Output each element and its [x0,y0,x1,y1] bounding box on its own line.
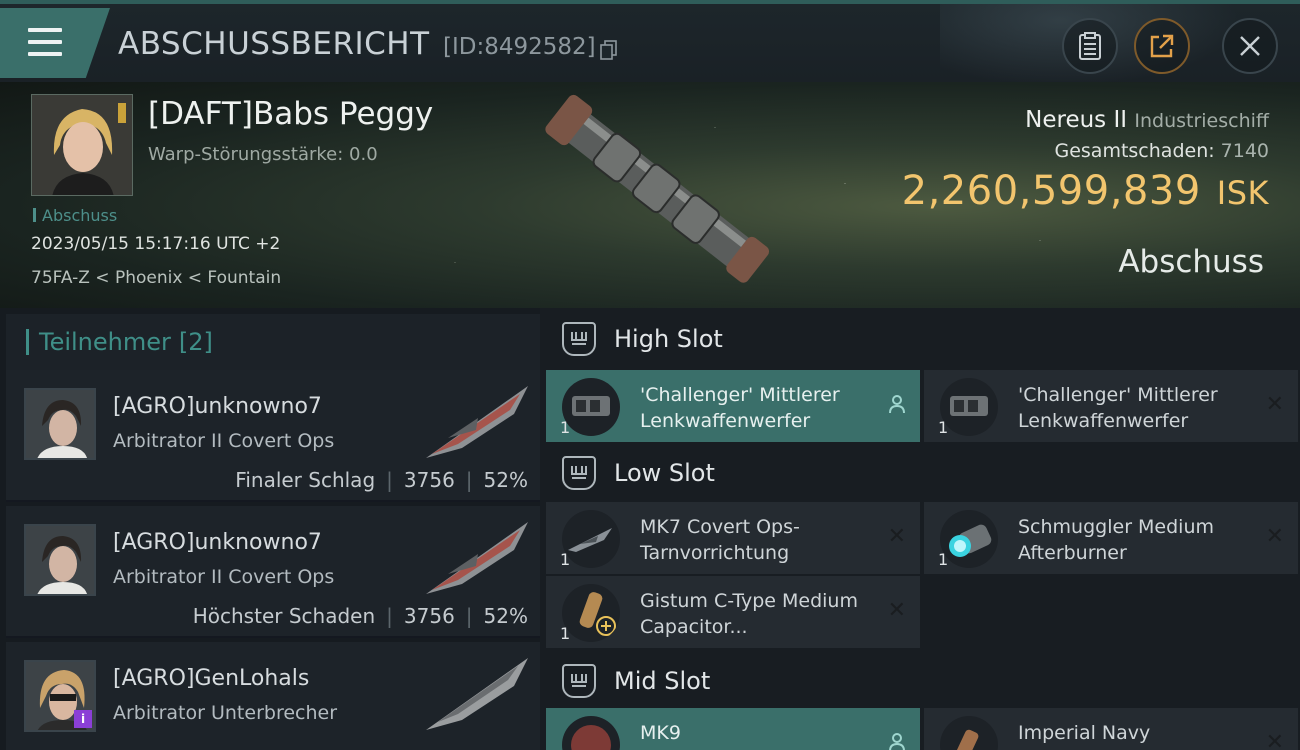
participant-stats: Finaler Schlag | 3756 | 52% [235,468,528,492]
participant-ship: Arbitrator II Covert Ops [113,566,335,588]
header-bar: ABSCHUSSBERICHT [ID:8492582] [0,0,1300,86]
module-quantity: 1 [560,550,571,569]
module-name: 'Challenger' Mittlerer Lenkwaffenwerfer [1018,384,1218,432]
fitting-panel: High Slot 1 'Challenger' Mittlerer Lenkw… [540,308,1300,750]
destroyed-icon: ✕ [1265,730,1284,750]
module-quantity: 1 [938,550,949,569]
isk-unit: ISK [1216,174,1269,212]
mid-slot-icon [562,664,596,698]
module-name: MK7 Covert Ops-Tarnvorrichtung [640,516,800,564]
destroyed-icon: ✕ [1265,392,1284,417]
share-icon [1150,34,1174,58]
menu-icon [28,28,62,32]
module-quantity: 1 [560,418,571,437]
participant-name: [AGRO]unknowno7 [113,530,322,555]
ship-class: Industrieschiff [1134,110,1269,132]
module-name: Schmuggler Medium Afterburner [1018,516,1215,564]
victim-avatar[interactable] [31,94,133,196]
module-name: Imperial Navy [1018,722,1151,744]
participants-panel: Teilnehmer [2] [AGRO]unknowno7 Arbitrato… [0,308,540,750]
participant-ship: Arbitrator Unterbrecher [113,702,338,724]
kill-location[interactable]: 75FA-Z < Phoenix < Fountain [31,268,281,288]
victim-name[interactable]: [DAFT]Babs Peggy [148,96,433,132]
participant-row[interactable]: i [AGRO]GenLohals Arbitrator Unterbreche… [6,642,540,750]
share-button[interactable] [1134,18,1190,74]
participant-stats: Höchster Schaden | 3756 | 52% [192,604,528,628]
clipboard-icon [1079,32,1101,60]
module-quantity: 1 [560,624,571,643]
participant-ship: Arbitrator II Covert Ops [113,430,335,452]
avatar [24,524,96,596]
module-name: 'Challenger' Mittlerer Lenkwaffenwerfer [640,384,840,432]
participant-row[interactable]: [AGRO]unknowno7 Arbitrator II Covert Ops… [6,506,540,638]
low-slot-header: Low Slot [540,442,1300,504]
isk-value: 2,260,599,839 ISK [901,168,1269,214]
menu-button[interactable] [0,8,110,78]
victim-ship-image[interactable] [528,86,788,296]
kill-result: Abschuss [1118,244,1264,280]
module-slot[interactable]: Imperial Navy ✕ [924,708,1298,750]
avatar: i [24,660,96,732]
destroyed-icon: ✕ [1265,524,1284,549]
participant-name: [AGRO]GenLohals [113,666,310,691]
module-quantity: 1 [938,418,949,437]
low-slot-icon [562,456,596,490]
cloak-icon [562,510,620,568]
module-icon [940,716,998,750]
participants-header: Teilnehmer [2] [6,314,540,370]
high-slot-icon [562,322,596,356]
user-icon [889,395,905,414]
participant-name: [AGRO]unknowno7 [113,394,322,419]
total-damage: Gesamtschaden: 7140 [1054,140,1270,162]
killmail-screen: ABSCHUSSBERICHT [ID:8492582] [DAFT]Babs … [0,0,1300,750]
close-icon [1240,36,1260,56]
destroyed-icon: ✕ [887,598,906,623]
destroyed-icon: ✕ [887,524,906,549]
victim-banner: [DAFT]Babs Peggy Warp-Störungsstärke: 0.… [0,82,1300,308]
mid-slot-header: Mid Slot [540,650,1300,712]
module-slot[interactable]: MK9 [546,708,920,750]
info-badge: i [74,710,92,728]
kill-type-tag: Abschuss [33,206,117,225]
module-slot[interactable]: 1 MK7 Covert Ops-Tarnvorrichtung ✕ [546,502,920,574]
participant-ship-image [426,522,528,594]
module-slot[interactable]: 1 'Challenger' Mittlerer Lenkwaffenwerfe… [546,370,920,442]
kill-datetime: 2023/05/15 15:17:16 UTC +2 [31,234,281,254]
participant-ship-image [426,658,528,730]
user-icon [889,733,905,750]
copy-icon[interactable] [600,40,618,60]
high-slot-header: High Slot [540,308,1300,370]
close-button[interactable] [1222,18,1278,74]
missile-launcher-icon [562,378,620,436]
module-name: MK9 [640,722,681,744]
participant-ship-image [426,386,528,458]
page-title: ABSCHUSSBERICHT [118,26,430,62]
participants-count: [2] [178,328,213,356]
capacitor-icon [562,584,620,642]
module-slot[interactable]: 1 'Challenger' Mittlerer Lenkwaffenwerfe… [924,370,1298,442]
avatar [24,388,96,460]
module-name: Gistum C-Type Medium Capacitor... [640,590,858,638]
module-icon [562,716,620,750]
clipboard-button[interactable] [1062,18,1118,74]
total-damage-value: 7140 [1220,140,1269,162]
warp-strength: Warp-Störungsstärke: 0.0 [148,144,378,165]
victim-ship-name[interactable]: Nereus II Industrieschiff [1025,107,1269,133]
module-slot[interactable]: 1 Gistum C-Type Medium Capacitor... ✕ [546,576,920,648]
afterburner-icon [940,510,998,568]
module-slot[interactable]: 1 Schmuggler Medium Afterburner ✕ [924,502,1298,574]
killmail-id: [ID:8492582] [443,34,596,60]
participant-row[interactable]: [AGRO]unknowno7 Arbitrator II Covert Ops… [6,370,540,502]
missile-launcher-icon [940,378,998,436]
